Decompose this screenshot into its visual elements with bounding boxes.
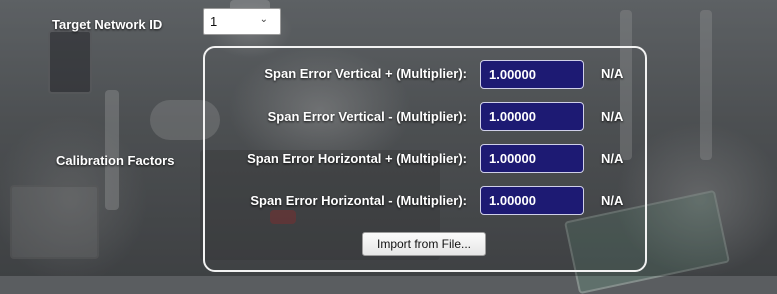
span-error-horizontal-minus-status: N/A bbox=[601, 193, 624, 208]
span-error-vertical-minus-status: N/A bbox=[601, 109, 624, 124]
span-error-horizontal-minus-input[interactable]: 1.00000 bbox=[480, 186, 584, 215]
span-error-horizontal-plus-input[interactable]: 1.00000 bbox=[480, 144, 584, 173]
span-error-horizontal-plus-status: N/A bbox=[601, 151, 624, 166]
network-id-select[interactable]: 1 ⌄ bbox=[203, 8, 281, 35]
span-error-vertical-plus-input[interactable]: 1.00000 bbox=[480, 60, 584, 89]
chevron-down-icon: ⌄ bbox=[259, 14, 268, 25]
import-from-file-button[interactable]: Import from File... bbox=[362, 232, 486, 256]
calibration-factors-label: Calibration Factors bbox=[56, 153, 175, 168]
span-error-vertical-plus-label: Span Error Vertical + (Multiplier): bbox=[264, 66, 467, 81]
network-id-value: 1 bbox=[210, 14, 218, 29]
span-error-vertical-plus-status: N/A bbox=[601, 66, 624, 81]
span-error-horizontal-plus-label: Span Error Horizontal + (Multiplier): bbox=[247, 151, 467, 166]
span-error-vertical-minus-input[interactable]: 1.00000 bbox=[480, 102, 584, 131]
span-error-horizontal-minus-label: Span Error Horizontal - (Multiplier): bbox=[250, 193, 467, 208]
span-error-vertical-minus-label: Span Error Vertical - (Multiplier): bbox=[267, 109, 467, 124]
network-id-label: Target Network ID bbox=[52, 17, 163, 32]
